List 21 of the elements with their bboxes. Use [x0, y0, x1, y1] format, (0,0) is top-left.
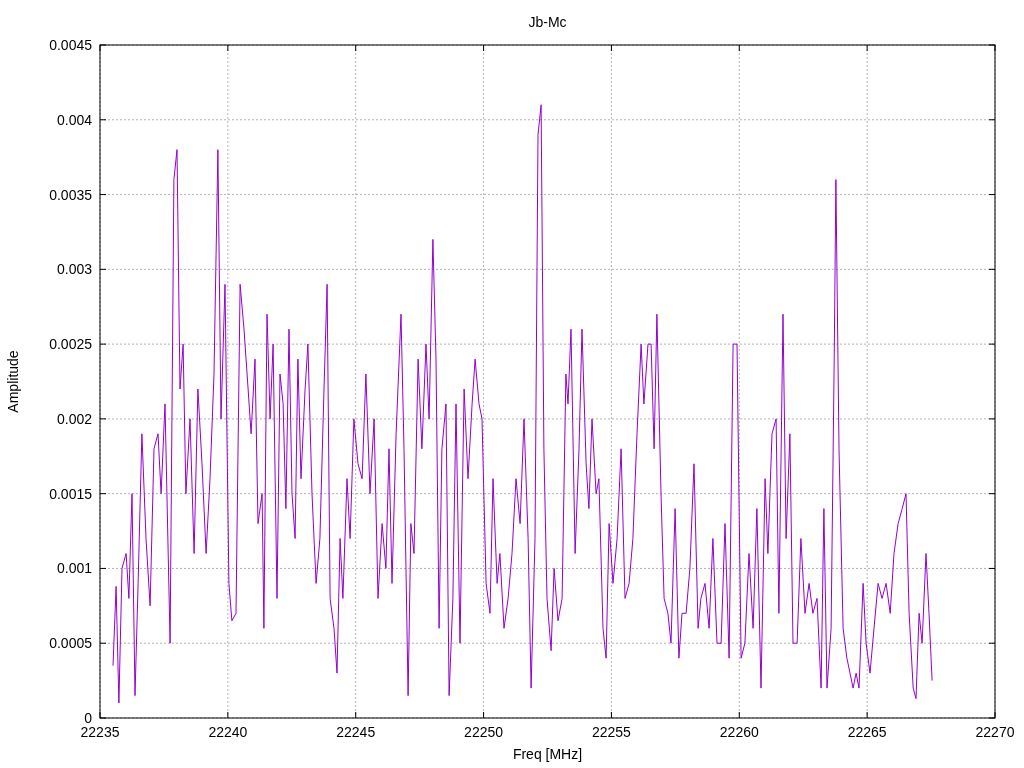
x-tick-label: 22235 [80, 724, 120, 740]
x-tick-label: 22260 [719, 724, 759, 740]
x-tick-label: 22265 [847, 724, 887, 740]
y-tick-label: 0.0015 [49, 485, 92, 502]
x-tick-label: 22245 [336, 724, 376, 740]
y-tick-label: 0.0025 [49, 336, 92, 353]
y-tick-label: 0.001 [56, 560, 92, 577]
y-tick-label: 0.0005 [49, 635, 92, 652]
x-tick-label: 22240 [208, 724, 248, 740]
chart-title: Jb-Mc [528, 14, 567, 30]
x-tick-label: 22270 [975, 724, 1015, 740]
y-axis-label: Amplitude [5, 350, 21, 413]
x-tick-label: 22250 [464, 724, 504, 740]
y-tick-label: 0 [84, 710, 92, 726]
y-tick-label: 0.0035 [49, 186, 92, 203]
y-tick-label: 0.003 [56, 261, 92, 278]
y-tick-label: 0.004 [56, 111, 92, 128]
y-tick-label: 0.002 [56, 410, 92, 427]
x-tick-label: 22255 [591, 724, 631, 740]
x-axis-label: Freq [MHz] [512, 746, 583, 762]
y-tick-label: 0.0045 [49, 37, 92, 53]
